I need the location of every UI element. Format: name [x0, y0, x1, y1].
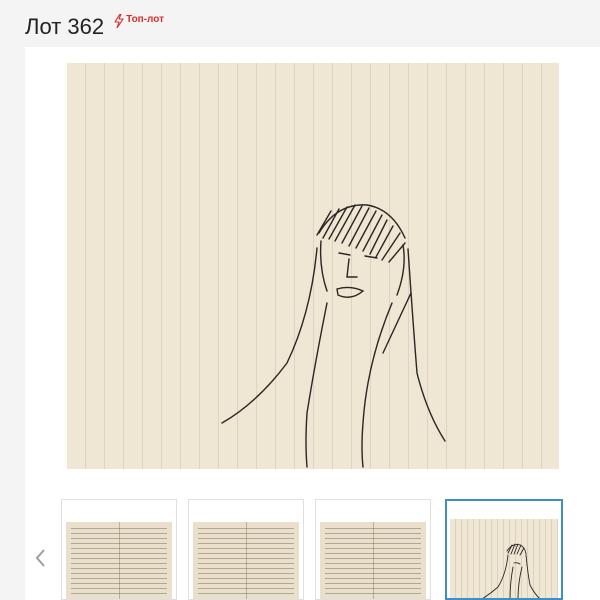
top-lot-badge: Топ-лот — [114, 14, 164, 28]
prev-arrow-button[interactable] — [29, 544, 51, 572]
thumbnail-image — [193, 522, 299, 599]
lot-header: Лот 362 Топ-лот — [25, 12, 164, 42]
main-image[interactable] — [67, 63, 559, 469]
image-viewer — [25, 47, 600, 600]
thumbnail-image — [66, 522, 172, 599]
drawing-sketch — [221, 204, 446, 468]
thumbnail-4-active[interactable] — [445, 499, 563, 600]
drawing-thumbnail — [482, 543, 540, 598]
thumbnail-2[interactable] — [188, 499, 304, 600]
thumbnail-3[interactable] — [315, 499, 431, 600]
lot-title: Лот 362 — [25, 14, 105, 39]
top-lot-label: Топ-лот — [126, 14, 165, 25]
thumbnail-image — [450, 519, 558, 598]
lightning-icon — [114, 14, 124, 28]
thumbnail-1[interactable] — [61, 499, 177, 600]
chevron-left-icon — [35, 549, 45, 567]
thumbnail-image — [320, 522, 426, 599]
